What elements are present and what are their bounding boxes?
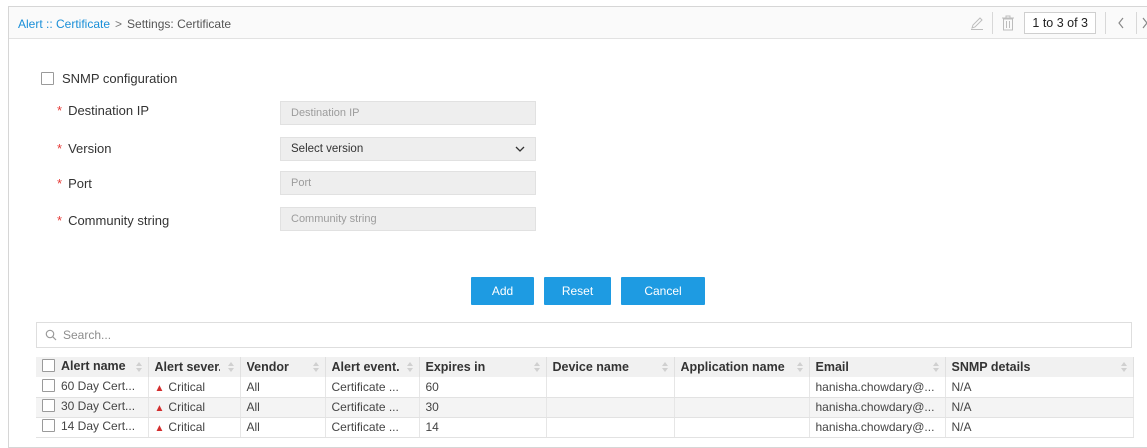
vendor-cell: All (240, 377, 326, 398)
chevron-left-icon (1118, 17, 1124, 29)
alert-name-cell: 14 Day Cert... (36, 417, 149, 438)
required-marker: * (57, 141, 63, 156)
select-all-checkbox[interactable] (42, 359, 55, 373)
toolbar-divider (992, 12, 994, 34)
reset-button[interactable]: Reset (544, 277, 611, 305)
sort-icon (227, 362, 234, 372)
device-name-cell (546, 417, 675, 438)
table-row[interactable]: 30 Day Cert... ▲ Critical All Certificate… (36, 397, 1134, 418)
sort-icon (661, 362, 668, 372)
add-button[interactable]: Add (471, 277, 534, 305)
edit-button[interactable] (965, 11, 989, 35)
breadcrumb: Alert :: Certificate > Settings: Certifica… (18, 17, 231, 31)
breadcrumb-current: Settings: Certificate (127, 17, 232, 31)
alerts-table: Alert name Alert sever... Vendor Alert e… (36, 357, 1134, 438)
destination-ip-label: * Destination IP (57, 103, 149, 118)
next-page-button[interactable] (1140, 11, 1147, 35)
header-bar: Alert :: Certificate > Settings: Certifica… (9, 7, 1147, 39)
alert-event-cell: Certificate ... (325, 417, 420, 438)
toolbar-divider (1105, 12, 1106, 34)
sort-icon (932, 362, 939, 372)
vendor-cell: All (240, 417, 326, 438)
port-label: * Port (57, 176, 92, 191)
sort-icon (533, 362, 540, 372)
warning-triangle-icon: ▲ (154, 403, 165, 414)
expires-in-cell: 30 (419, 397, 547, 418)
chevron-down-icon (515, 146, 525, 152)
column-header-expires-in[interactable]: Expires in (419, 357, 547, 377)
toolbar-divider (1136, 12, 1137, 34)
severity-cell: ▲ Critical (148, 417, 241, 438)
community-string-field[interactable]: Community string (280, 207, 536, 231)
port-field[interactable]: Port (280, 171, 536, 195)
application-name-cell (674, 417, 810, 438)
column-header-device-name[interactable]: Device name (546, 357, 675, 377)
snmp-configuration-label: SNMP configuration (62, 71, 178, 86)
required-marker: * (57, 103, 63, 118)
pencil-icon (971, 17, 984, 30)
snmp-details-cell: N/A (945, 417, 1134, 438)
required-marker: * (57, 176, 63, 191)
table-row[interactable]: 14 Day Cert... ▲ Critical All Certificate… (36, 417, 1134, 438)
sort-icon (1120, 362, 1127, 372)
expires-in-cell: 14 (419, 417, 547, 438)
application-name-cell (674, 377, 810, 398)
snmp-checkbox[interactable] (41, 72, 54, 85)
version-label: * Version (57, 141, 112, 156)
email-cell: hanisha.chowdary@... (809, 397, 946, 418)
version-select[interactable]: Select version (280, 137, 536, 161)
table-header-row: Alert name Alert sever... Vendor Alert e… (36, 357, 1134, 377)
trash-icon (1002, 15, 1015, 31)
required-marker: * (57, 213, 63, 228)
application-name-cell (674, 397, 810, 418)
sort-icon (312, 362, 319, 372)
toolbar: 1 to 3 of 3 (965, 11, 1147, 35)
snmp-configuration-toggle[interactable]: SNMP configuration (41, 71, 177, 86)
sort-icon (406, 362, 413, 372)
alert-event-cell: Certificate ... (325, 377, 420, 398)
warning-triangle-icon: ▲ (154, 423, 165, 434)
column-header-application-name[interactable]: Application name (674, 357, 810, 377)
column-header-snmp-details[interactable]: SNMP details (945, 357, 1134, 377)
snmp-details-cell: N/A (945, 377, 1134, 398)
severity-cell: ▲ Critical (148, 397, 241, 418)
row-checkbox[interactable] (42, 419, 55, 433)
alert-event-cell: Certificate ... (325, 397, 420, 418)
search-input[interactable]: Search... (36, 322, 1132, 348)
prev-page-button[interactable] (1109, 11, 1133, 35)
search-icon (45, 329, 57, 341)
device-name-cell (546, 397, 675, 418)
alert-name-cell: 60 Day Cert... (36, 377, 149, 398)
sort-icon (796, 362, 803, 372)
cancel-button[interactable]: Cancel (621, 277, 705, 305)
column-header-email[interactable]: Email (809, 357, 946, 377)
version-select-value: Select version (291, 143, 364, 155)
vendor-cell: All (240, 397, 326, 418)
snmp-details-cell: N/A (945, 397, 1134, 418)
delete-button[interactable] (996, 11, 1020, 35)
sort-icon (135, 362, 142, 372)
column-header-alert-event[interactable]: Alert event... (325, 357, 420, 377)
device-name-cell (546, 377, 675, 398)
search-placeholder: Search... (63, 328, 112, 342)
column-header-alert-severity[interactable]: Alert sever... (148, 357, 241, 377)
warning-triangle-icon: ▲ (154, 382, 165, 394)
column-header-alert-name[interactable]: Alert name (36, 357, 149, 377)
pagination-status: 1 to 3 of 3 (1024, 12, 1096, 34)
email-cell: hanisha.chowdary@... (809, 417, 946, 438)
expires-in-cell: 60 (419, 377, 547, 398)
column-header-vendor[interactable]: Vendor (240, 357, 326, 377)
table-row[interactable]: 60 Day Cert... ▲ Critical All Certificate… (36, 377, 1134, 398)
row-checkbox[interactable] (42, 399, 55, 413)
destination-ip-field[interactable]: Destination IP (280, 101, 536, 125)
chevron-right-icon (1142, 17, 1147, 29)
alert-name-cell: 30 Day Cert... (36, 397, 149, 418)
breadcrumb-link-alert-certificate[interactable]: Alert :: Certificate (18, 17, 110, 31)
severity-cell: ▲ Critical (148, 377, 241, 398)
row-checkbox[interactable] (42, 379, 55, 392)
breadcrumb-separator: > (115, 17, 123, 31)
email-cell: hanisha.chowdary@... (809, 377, 946, 398)
alert-settings-panel: Alert :: Certificate > Settings: Certifica… (8, 6, 1147, 448)
community-string-label: * Community string (57, 213, 170, 228)
